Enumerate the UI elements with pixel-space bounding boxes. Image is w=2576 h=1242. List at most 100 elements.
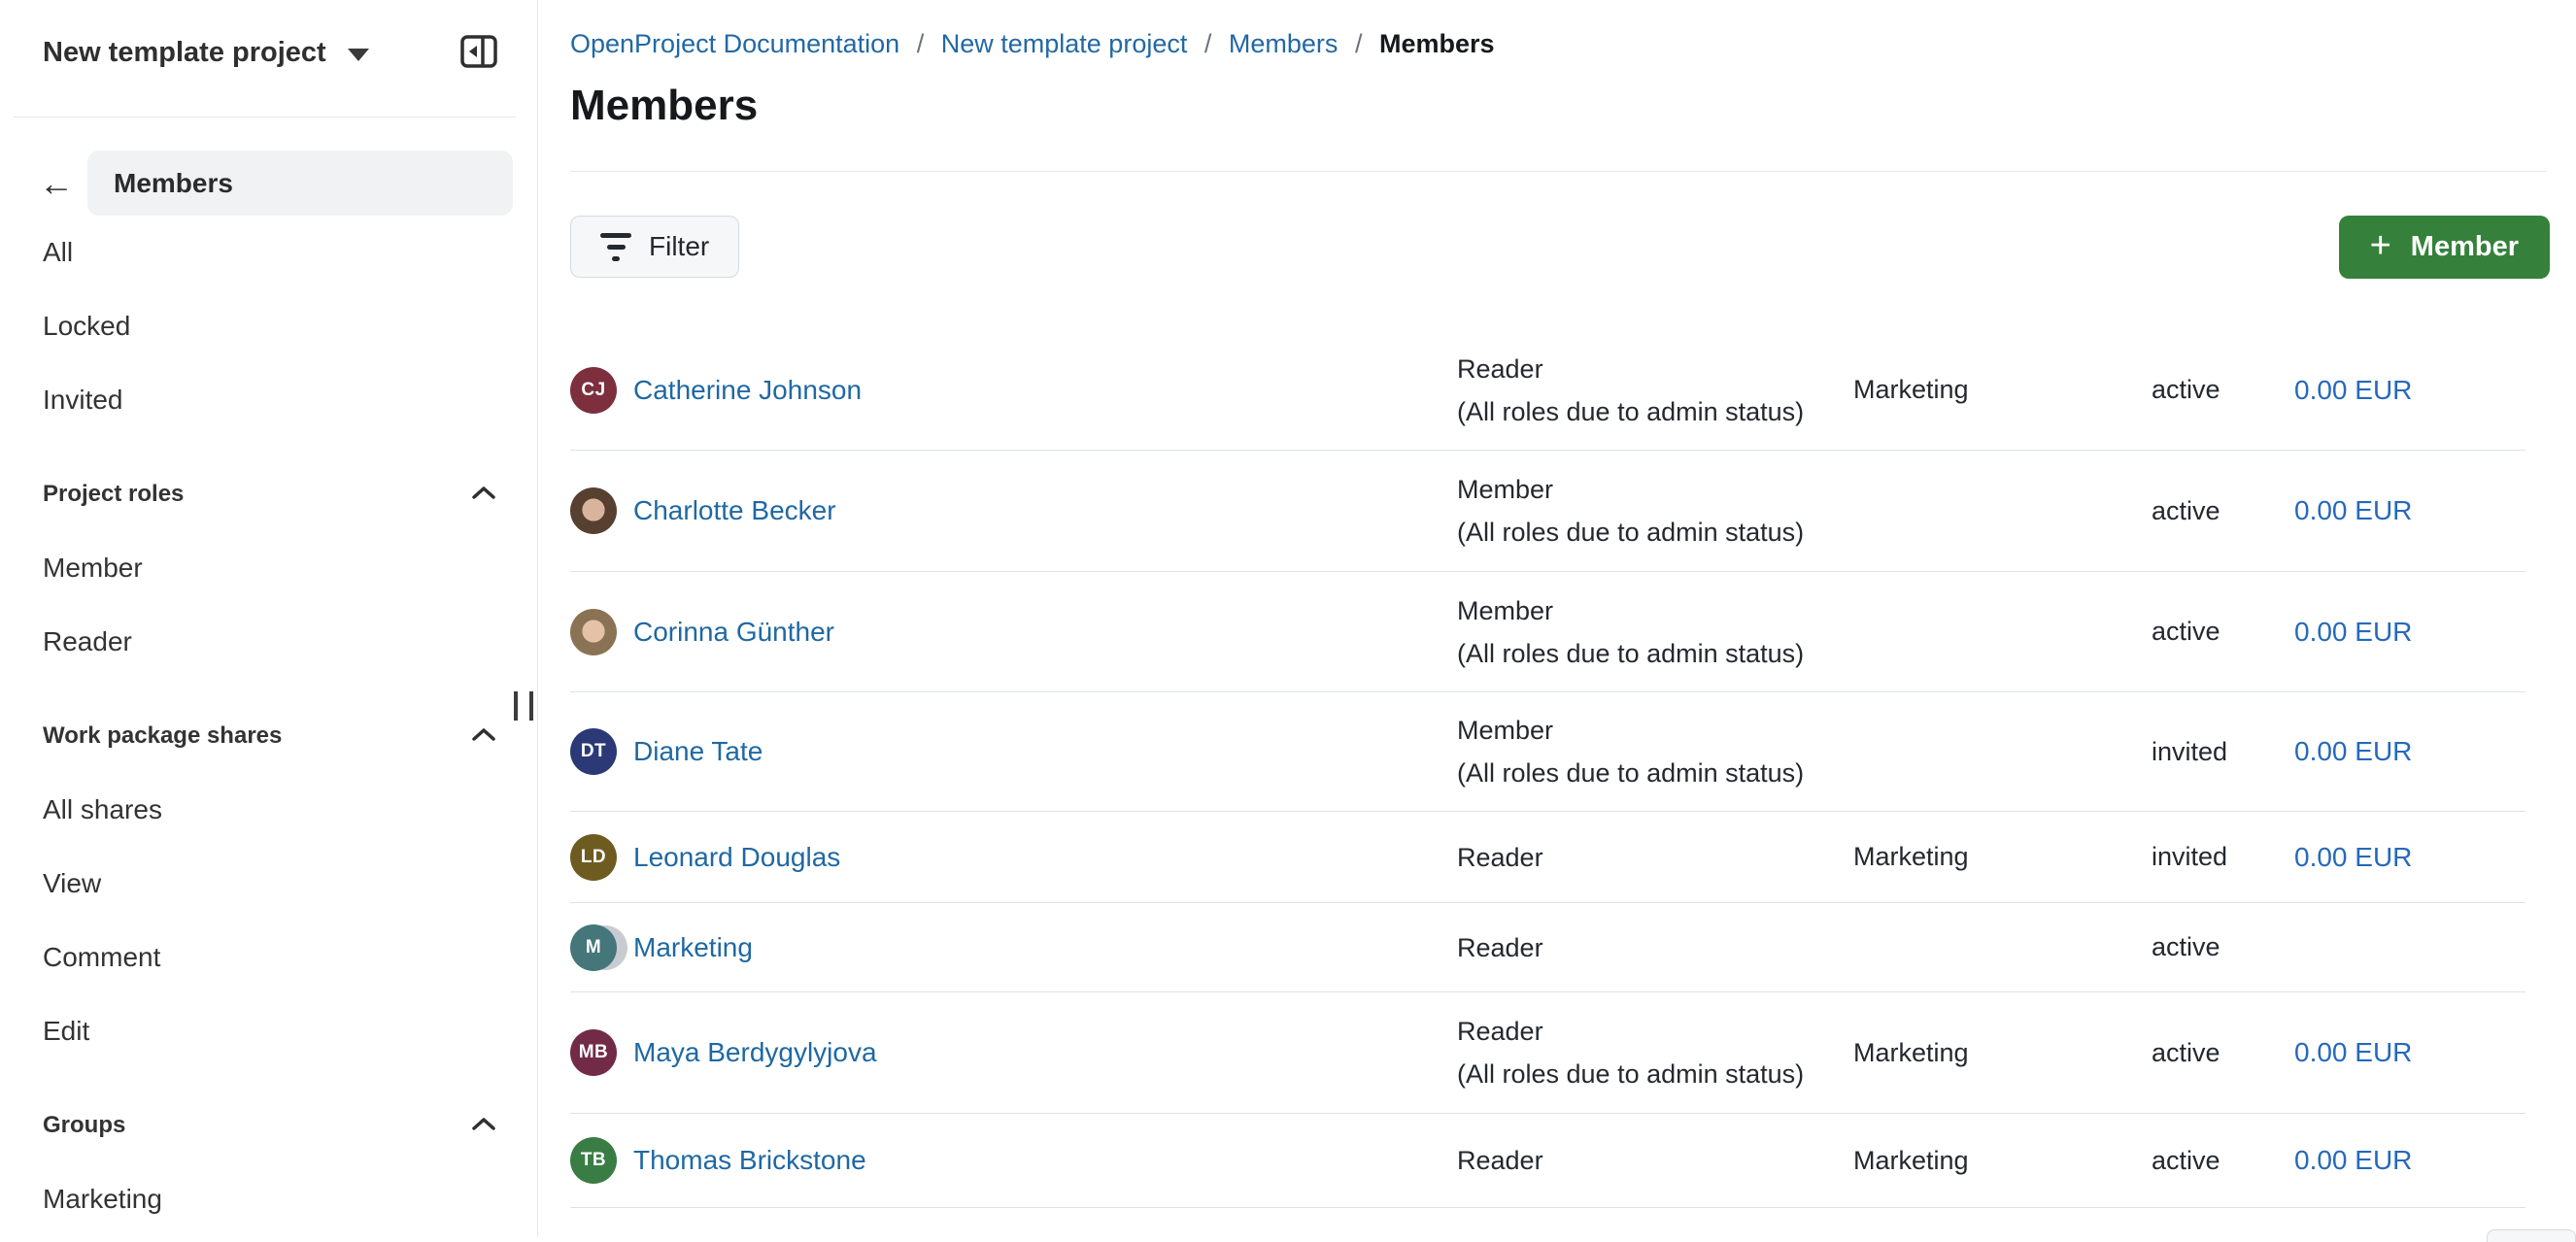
breadcrumb-separator: / xyxy=(1204,29,1212,58)
breadcrumb-link-openproject-documentation[interactable]: OpenProject Documentation xyxy=(570,29,899,58)
member-cost-link[interactable]: 0.00 EUR xyxy=(2294,495,2412,525)
sidebar-item-locked[interactable]: Locked xyxy=(0,289,537,363)
back-arrow-icon: ← xyxy=(39,163,74,203)
member-name-link[interactable]: Catherine Johnson xyxy=(633,375,862,406)
add-member-button[interactable]: + Member xyxy=(2339,216,2550,279)
sidebar-section-project-roles[interactable]: Project roles xyxy=(0,457,537,531)
member-status: active xyxy=(2152,1038,2294,1068)
avatar-initials: DT xyxy=(581,741,606,762)
avatar-initials: TB xyxy=(581,1150,606,1171)
member-role-note: (All roles due to admin status) xyxy=(1457,511,1853,554)
sidebar-item-edit[interactable]: Edit xyxy=(0,994,537,1068)
member-row: MB Maya Berdygylyjova Reader (All roles … xyxy=(570,992,2525,1114)
member-name-link[interactable]: Corinna Günther xyxy=(633,617,834,648)
member-role: Reader xyxy=(1457,1010,1853,1053)
main-content: OpenProject Documentation / New template… xyxy=(538,0,2576,1237)
member-roles: Member (All roles due to admin status) xyxy=(1457,589,1853,675)
add-member-button-label: Member xyxy=(2411,231,2519,263)
member-roles: Member (All roles due to admin status) xyxy=(1457,709,1853,794)
sidebar-section-groups[interactable]: Groups xyxy=(0,1089,537,1162)
sidebar-item-label: Reader xyxy=(43,626,132,657)
member-role: Member xyxy=(1457,468,1853,511)
sidebar-section-work-package-shares[interactable]: Work package shares xyxy=(0,699,537,773)
sidebar-item-marketing[interactable]: Marketing xyxy=(0,1162,537,1236)
member-cost-link[interactable]: 0.00 EUR xyxy=(2294,617,2412,647)
member-roles: Reader xyxy=(1457,926,1853,969)
member-status: active xyxy=(2152,617,2294,647)
chevron-up-icon xyxy=(471,1116,496,1136)
member-role-note: (All roles due to admin status) xyxy=(1457,632,1853,675)
chevron-up-icon xyxy=(471,485,496,505)
member-roles: Member (All roles due to admin status) xyxy=(1457,468,1853,554)
member-cost-link[interactable]: 0.00 EUR xyxy=(2294,842,2412,872)
member-cost-link[interactable]: 0.00 EUR xyxy=(2294,375,2412,405)
filter-icon xyxy=(600,233,631,261)
title-divider xyxy=(570,171,2547,172)
avatar: LD xyxy=(570,834,617,881)
member-name-link[interactable]: Maya Berdygylyjova xyxy=(633,1037,877,1068)
member-row: M Marketing Reader active xyxy=(570,903,2525,992)
project-selector[interactable]: New template project xyxy=(43,27,508,78)
collapse-sidebar-button[interactable] xyxy=(458,31,500,74)
member-group: Marketing xyxy=(1853,1038,2152,1068)
avatar: CJ xyxy=(570,367,617,414)
member-name-link[interactable]: Leonard Douglas xyxy=(633,842,840,873)
member-name-link[interactable]: Diane Tate xyxy=(633,736,763,767)
sidebar-item-invited[interactable]: Invited xyxy=(0,363,537,437)
member-roles: Reader (All roles due to admin status) xyxy=(1457,1010,1853,1095)
sidebar: New template project ← Members All Locked… xyxy=(0,0,538,1237)
avatar xyxy=(570,609,617,655)
filter-button[interactable]: Filter xyxy=(570,216,739,278)
sidebar-item-label: All xyxy=(43,237,73,268)
member-cost-link[interactable]: 0.00 EUR xyxy=(2294,736,2412,766)
project-name: New template project xyxy=(43,37,326,69)
member-group: Marketing xyxy=(1853,842,2152,872)
member-roles: Reader (All roles due to admin status) xyxy=(1457,348,1853,433)
sidebar-resize-handle[interactable] xyxy=(514,691,533,721)
member-row: Corinna Günther Member (All roles due to… xyxy=(570,572,2525,692)
breadcrumb-link-members[interactable]: Members xyxy=(1229,29,1339,58)
sidebar-item-member[interactable]: Member xyxy=(0,531,537,605)
chevron-up-icon xyxy=(471,726,496,747)
page-title: Members xyxy=(570,82,758,130)
breadcrumb: OpenProject Documentation / New template… xyxy=(570,29,1495,59)
member-name-link[interactable]: Charlotte Becker xyxy=(633,495,836,526)
breadcrumb-link-new-template-project[interactable]: New template project xyxy=(941,29,1188,58)
sidebar-item-comment[interactable]: Comment xyxy=(0,921,537,994)
avatar: M xyxy=(570,924,617,971)
member-status: active xyxy=(2152,496,2294,526)
sidebar-item-all-shares[interactable]: All shares xyxy=(0,773,537,847)
member-name-link[interactable]: Thomas Brickstone xyxy=(633,1145,866,1176)
member-role: Reader xyxy=(1457,348,1853,390)
sidebar-item-label: Edit xyxy=(43,1016,89,1047)
avatar xyxy=(570,487,617,534)
sidebar-item-label: Locked xyxy=(43,311,130,342)
sidebar-item-all[interactable]: All xyxy=(0,216,537,289)
sidebar-item-label: Marketing xyxy=(43,1184,162,1215)
sidebar-nav: All Locked Invited Project roles Member Rea… xyxy=(0,216,537,1236)
member-status: active xyxy=(2152,1146,2294,1176)
avatar-initials: M xyxy=(586,937,601,958)
member-role: Reader xyxy=(1457,1139,1853,1182)
member-role: Reader xyxy=(1457,926,1853,969)
member-cost-link[interactable]: 0.00 EUR xyxy=(2294,1037,2412,1067)
member-group: Marketing xyxy=(1853,1146,2152,1176)
member-cost-link[interactable]: 0.00 EUR xyxy=(2294,1145,2412,1175)
sidebar-item-label: All shares xyxy=(43,794,162,825)
sidebar-item-label: View xyxy=(43,868,101,899)
partially-visible-button[interactable] xyxy=(2487,1229,2576,1242)
breadcrumb-current: Members xyxy=(1379,29,1495,58)
sidebar-item-reader[interactable]: Reader xyxy=(0,605,537,679)
member-role: Member xyxy=(1457,589,1853,632)
member-row: CJ Catherine Johnson Reader (All roles d… xyxy=(570,330,2525,451)
member-name-link[interactable]: Marketing xyxy=(633,932,753,963)
back-button[interactable]: ← xyxy=(29,156,84,211)
sidebar-item-members-selected[interactable]: Members xyxy=(87,151,513,216)
sidebar-item-view[interactable]: View xyxy=(0,847,537,921)
sidebar-item-label: Comment xyxy=(43,942,160,973)
member-row: Charlotte Becker Member (All roles due t… xyxy=(570,451,2525,572)
breadcrumb-separator: / xyxy=(917,29,925,58)
member-status: active xyxy=(2152,375,2294,405)
member-group: Marketing xyxy=(1853,375,2152,405)
collapse-sidebar-icon xyxy=(459,34,498,72)
